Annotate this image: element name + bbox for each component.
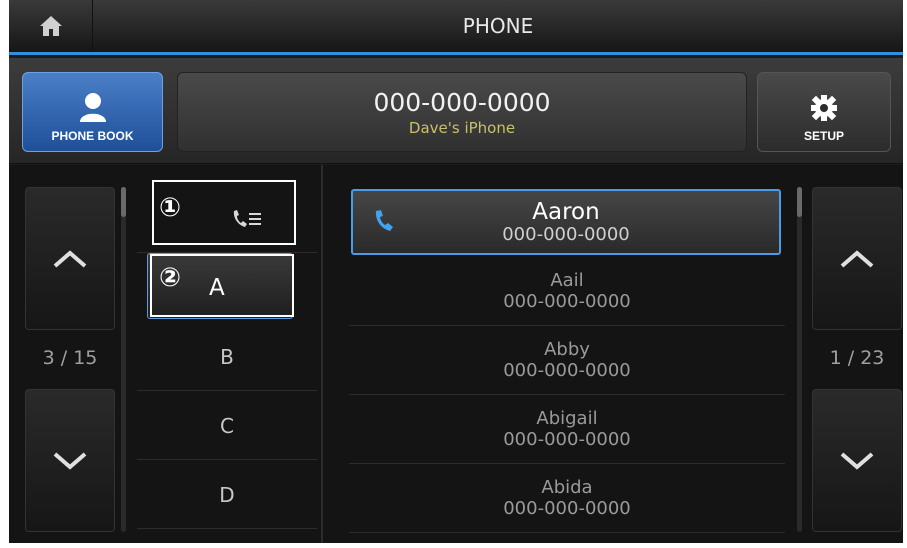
alpha-item[interactable]: B: [137, 323, 317, 391]
setup-label: SETUP: [803, 129, 844, 143]
page-title: PHONE: [462, 14, 534, 38]
contact-row[interactable]: Abida 000-000-0000: [349, 464, 785, 533]
alpha-scroll-thumb[interactable]: [121, 187, 126, 217]
chevron-up-icon: [840, 249, 874, 268]
callout-number-1: ①: [159, 193, 182, 223]
device-name: Dave's iPhone: [408, 118, 516, 137]
contact-scroll-up-button[interactable]: [812, 187, 902, 330]
chevron-down-icon: [53, 451, 87, 470]
home-icon: [39, 16, 62, 36]
alpha-page-indicator: 3 / 15: [42, 347, 98, 369]
alpha-scroll-down-button[interactable]: [25, 389, 115, 532]
device-number: 000-000-0000: [373, 87, 551, 117]
chevron-down-icon: [840, 451, 874, 470]
contact-page-indicator: 1 / 23: [829, 347, 885, 369]
home-button[interactable]: [9, 0, 93, 52]
contact-row[interactable]: Aail 000-000-0000: [349, 257, 785, 326]
contact-name: Aaron: [532, 198, 600, 225]
alpha-scrollbar[interactable]: [121, 187, 126, 532]
contact-name: Abby: [544, 339, 590, 360]
person-icon: [79, 93, 106, 122]
alpha-item[interactable]: C: [137, 392, 317, 460]
contact-number: 000-000-0000: [503, 291, 631, 312]
contact-number: 000-000-0000: [503, 360, 631, 381]
contact-row[interactable]: Abby 000-000-0000: [349, 326, 785, 395]
column-divider: [321, 165, 323, 543]
setup-button[interactable]: SETUP: [757, 72, 891, 152]
contact-number: 000-000-0000: [502, 223, 630, 245]
contact-name: Aail: [550, 270, 584, 291]
phonebook-body: 3 / 15 A B C D ① ② Aaron 000-000-0000 Aa…: [9, 165, 903, 543]
title-bar: PHONE: [9, 0, 903, 55]
alpha-scroll-up-button[interactable]: [25, 187, 115, 330]
connected-device-display: 000-000-0000 Dave's iPhone: [177, 72, 747, 152]
contact-row-selected[interactable]: Aaron 000-000-0000: [351, 189, 781, 255]
contact-name: Abida: [541, 477, 593, 498]
contact-scroll-down-button[interactable]: [812, 389, 902, 532]
alpha-item[interactable]: D: [137, 461, 317, 529]
contact-scroll-thumb[interactable]: [797, 187, 802, 217]
phone-book-button[interactable]: PHONE BOOK: [22, 72, 163, 152]
contact-number: 000-000-0000: [503, 498, 631, 519]
phone-icon: [375, 210, 393, 231]
callout-number-2: ②: [159, 263, 182, 293]
phone-book-label: PHONE BOOK: [51, 129, 134, 143]
gear-icon: [811, 95, 837, 121]
header-strip: PHONE BOOK 000-000-0000 Dave's iPhone SE…: [9, 58, 903, 164]
contact-number: 000-000-0000: [503, 429, 631, 450]
chevron-up-icon: [53, 249, 87, 268]
contact-row[interactable]: Abigail 000-000-0000: [349, 395, 785, 464]
contact-scrollbar[interactable]: [797, 187, 802, 532]
phone-screen: PHONE PHONE BOOK 000-000-0000 Dave's iPh…: [9, 0, 903, 543]
contact-name: Abigail: [536, 408, 598, 429]
